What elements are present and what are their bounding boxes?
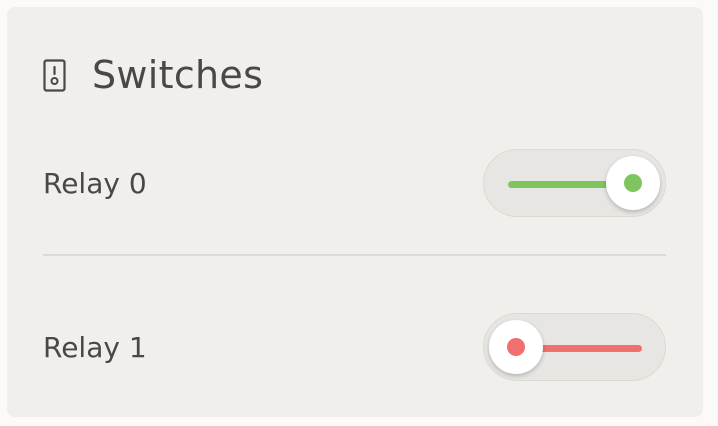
row-divider bbox=[43, 254, 666, 256]
card-title: Switches bbox=[92, 53, 264, 97]
relay-0-label: Relay 0 bbox=[43, 166, 147, 200]
relay-row-1: Relay 1 bbox=[43, 312, 666, 382]
relay-0-knob-dot bbox=[624, 174, 642, 192]
relay-1-knob-dot bbox=[507, 338, 525, 356]
relay-row-0: Relay 0 bbox=[43, 148, 666, 218]
relay-0-knob[interactable] bbox=[606, 156, 660, 210]
relay-1-toggle[interactable] bbox=[483, 313, 666, 381]
relay-1-track bbox=[532, 345, 642, 352]
relay-1-label: Relay 1 bbox=[43, 330, 147, 364]
relay-0-toggle[interactable] bbox=[483, 149, 666, 217]
switches-card: Switches Relay 0 Relay 1 bbox=[7, 7, 703, 417]
relay-0-track bbox=[508, 181, 618, 188]
relay-1-knob[interactable] bbox=[489, 320, 543, 374]
wall-switch-icon bbox=[43, 58, 66, 92]
card-header: Switches bbox=[43, 51, 263, 99]
